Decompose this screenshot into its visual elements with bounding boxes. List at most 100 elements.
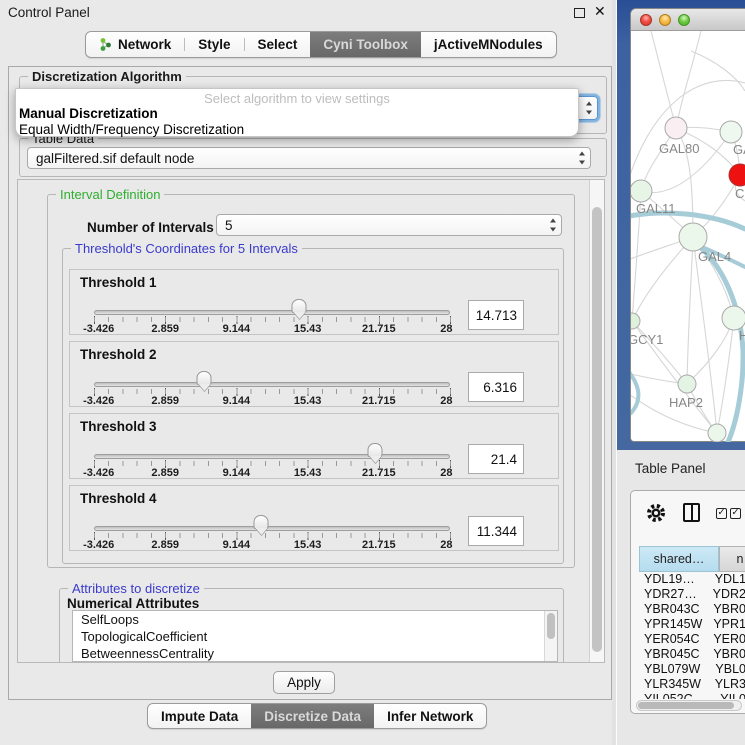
tick-label: 21.715 bbox=[362, 395, 396, 407]
slider-track[interactable] bbox=[94, 454, 450, 459]
table-data-select[interactable]: galFiltered.sif default node bbox=[27, 147, 591, 169]
network-node[interactable] bbox=[729, 164, 745, 186]
combo-arrows-icon bbox=[586, 102, 592, 115]
tab-infer-network[interactable]: Infer Network bbox=[374, 704, 486, 728]
network-node[interactable] bbox=[631, 180, 652, 202]
network-node[interactable] bbox=[665, 117, 687, 139]
network-canvas[interactable]: GAL80GACGAL11GAL4HGCY1HAP2 bbox=[631, 31, 745, 442]
group-title: Interval Definition bbox=[56, 187, 164, 202]
dropdown-option-equal-width[interactable]: Equal Width/Frequency Discretization bbox=[16, 122, 578, 138]
tab-label: Impute Data bbox=[161, 709, 238, 724]
settings-scrollbar[interactable] bbox=[589, 180, 604, 662]
table-cell: YBL0 bbox=[708, 662, 745, 677]
threshold-1-value-field[interactable]: 14.713 bbox=[468, 300, 524, 330]
network-node[interactable] bbox=[720, 121, 742, 143]
tab-jactivemnodules[interactable]: jActiveMNodules bbox=[421, 32, 556, 57]
table-row[interactable]: YIL052CYIL0 bbox=[639, 692, 745, 699]
tab-label: Select bbox=[258, 37, 298, 52]
scrollbar-thumb[interactable] bbox=[638, 702, 734, 709]
column-header-name[interactable]: n bbox=[719, 546, 745, 572]
tick-label: -3.426 bbox=[83, 467, 114, 479]
tick-label: 21.715 bbox=[362, 323, 396, 335]
slider-handle[interactable] bbox=[292, 299, 307, 313]
attribute-item[interactable]: SelfLoops bbox=[73, 611, 557, 628]
slider-handle[interactable] bbox=[368, 443, 383, 457]
network-node[interactable] bbox=[679, 223, 707, 251]
slider-track[interactable] bbox=[94, 526, 450, 531]
tick-label: 2.859 bbox=[151, 323, 179, 335]
slider-handle[interactable] bbox=[197, 371, 212, 385]
algorithm-dropdown-popup: Select algorithm to view settings Manual… bbox=[15, 88, 579, 137]
network-window-titlebar bbox=[631, 9, 745, 31]
tab-select[interactable]: Select bbox=[245, 32, 311, 57]
scrollbar-thumb[interactable] bbox=[592, 207, 602, 652]
apply-button[interactable]: Apply bbox=[273, 671, 335, 694]
slider-track[interactable] bbox=[94, 310, 450, 315]
table-panel-title: Table Panel bbox=[635, 461, 706, 476]
attribute-item[interactable]: BetweennessCentrality bbox=[73, 645, 557, 662]
zoom-button[interactable] bbox=[678, 14, 690, 26]
cyni-toolbox-panel: Discretization Algorithm Select algorith… bbox=[8, 66, 612, 700]
float-window-icon[interactable] bbox=[574, 8, 585, 18]
network-node[interactable] bbox=[708, 424, 726, 442]
dropdown-option-manual[interactable]: Manual Discretization bbox=[16, 106, 578, 122]
tick-label: 28 bbox=[440, 323, 452, 335]
network-node-label: HAP2 bbox=[669, 395, 703, 410]
attribute-item[interactable]: TopologicalCoefficient bbox=[73, 628, 557, 645]
table-row[interactable]: YDR27…YDR2 bbox=[639, 587, 745, 602]
slider-minor-ticks bbox=[94, 317, 451, 322]
close-button[interactable] bbox=[640, 14, 652, 26]
network-window[interactable]: GAL80GACGAL11GAL4HGCY1HAP2 bbox=[630, 8, 745, 442]
threshold-2-slider[interactable]: -3.4262.8599.14415.4321.71528 bbox=[94, 342, 450, 408]
table-hscrollbar[interactable] bbox=[636, 700, 742, 711]
tick-labels: -3.4262.8599.14415.4321.71528 bbox=[94, 395, 450, 407]
scrollbar-thumb[interactable] bbox=[547, 613, 555, 639]
column-header-shared-name[interactable]: shared… bbox=[639, 546, 719, 572]
tick-label: 21.715 bbox=[362, 467, 396, 479]
tab-network[interactable]: Network bbox=[86, 32, 184, 57]
slider-handle[interactable] bbox=[254, 515, 269, 529]
threshold-2-value-field[interactable]: 6.316 bbox=[468, 372, 524, 402]
minimize-button[interactable] bbox=[659, 14, 671, 26]
threshold-1-slider[interactable]: -3.4262.8599.14415.4321.71528 bbox=[94, 270, 450, 336]
split-columns-icon[interactable] bbox=[683, 503, 700, 522]
tab-discretize-data[interactable]: Discretize Data bbox=[251, 704, 374, 728]
network-node-label: H bbox=[739, 328, 745, 343]
threshold-row: Threshold 3 -3.4262.8599.14415.4321.7152… bbox=[69, 413, 559, 479]
gear-icon[interactable] bbox=[645, 502, 667, 524]
checkbox-icon[interactable] bbox=[716, 508, 727, 519]
number-of-intervals-select[interactable]: 5 bbox=[216, 214, 562, 236]
table-row[interactable]: YBR043CYBR0 bbox=[639, 602, 745, 617]
table-row[interactable]: YBL079WYBL0 bbox=[639, 662, 745, 677]
table-row[interactable]: YPR145WYPR1 bbox=[639, 617, 745, 632]
network-node-label: C bbox=[735, 186, 744, 201]
tab-style[interactable]: Style bbox=[185, 32, 243, 57]
threshold-4-slider[interactable]: -3.4262.8599.14415.4321.71528 bbox=[94, 486, 450, 552]
tick-label: 15.43 bbox=[294, 467, 322, 479]
tab-impute-data[interactable]: Impute Data bbox=[148, 704, 251, 728]
table-row[interactable]: YER054CYER0 bbox=[639, 632, 745, 647]
threshold-3-slider[interactable]: -3.4262.8599.14415.4321.71528 bbox=[94, 414, 450, 480]
table-row[interactable]: YDL19…YDL1 bbox=[639, 572, 745, 587]
tick-label: 15.43 bbox=[294, 323, 322, 335]
tick-labels: -3.4262.8599.14415.4321.71528 bbox=[94, 539, 450, 551]
threshold-3-value-field[interactable]: 21.4 bbox=[468, 444, 524, 474]
network-node[interactable] bbox=[722, 306, 745, 330]
table-cell: YPR1 bbox=[706, 617, 745, 632]
close-icon[interactable]: ✕ bbox=[594, 3, 606, 20]
table-cell: YBR043C bbox=[639, 602, 706, 617]
table-cell: YLR3 bbox=[708, 677, 745, 692]
tick-label: -3.426 bbox=[83, 323, 114, 335]
slider-minor-ticks bbox=[94, 533, 451, 538]
table-cell: YIL0 bbox=[713, 692, 745, 699]
table-row[interactable]: YBR045CYBR0 bbox=[639, 647, 745, 662]
network-node[interactable] bbox=[678, 375, 696, 393]
slider-track[interactable] bbox=[94, 382, 450, 387]
threshold-4-value-field[interactable]: 11.344 bbox=[468, 516, 524, 546]
control-panel-titlebar: Control Panel ✕ bbox=[0, 0, 617, 24]
network-node[interactable] bbox=[631, 313, 640, 329]
list-scrollbar[interactable] bbox=[544, 611, 557, 661]
checkbox-icon[interactable] bbox=[730, 508, 741, 519]
tab-cyni-toolbox[interactable]: Cyni Toolbox bbox=[310, 32, 421, 57]
table-row[interactable]: YLR345WYLR3 bbox=[639, 677, 745, 692]
